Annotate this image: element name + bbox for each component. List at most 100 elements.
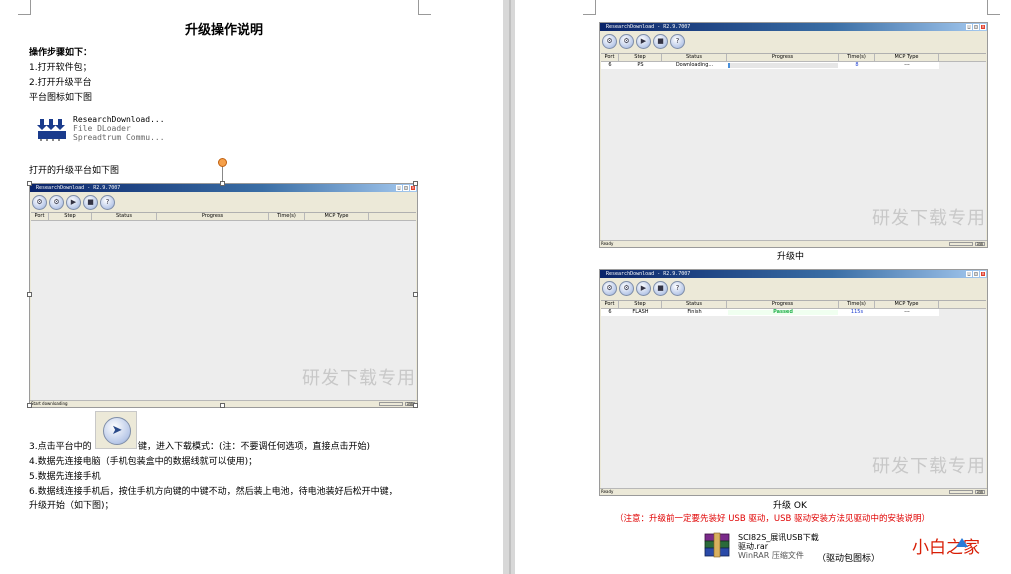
watermark: 研发下载专用: [872, 456, 986, 477]
resize-handle[interactable]: [220, 181, 225, 186]
col-progress[interactable]: Progress: [157, 213, 269, 220]
app-window-finished: ResearchDownload - R2.9.7007 _ □ × ⚙ ⚙ ▶…: [599, 269, 988, 496]
winrar-archive-icon[interactable]: [703, 532, 731, 558]
icon-caption: 平台图标如下图: [29, 93, 93, 103]
col-time[interactable]: Time(s): [269, 213, 305, 220]
col-status[interactable]: Status: [662, 301, 727, 308]
col-step[interactable]: Step: [619, 301, 662, 308]
table-row[interactable]: 6 FLASH Finish Passed 115s ---: [601, 309, 939, 316]
status-right: 就绪: [975, 490, 985, 494]
cell-port: 6: [608, 62, 612, 68]
rotate-handle[interactable]: [218, 158, 227, 167]
progress-fill: [728, 63, 731, 68]
brand-house-icon: [956, 538, 968, 547]
resize-handle[interactable]: [220, 403, 225, 408]
cell-time: 8: [855, 62, 859, 68]
shortcut-desc: File DLoader: [73, 124, 131, 133]
stop-icon[interactable]: ■: [83, 195, 98, 210]
usb-driver-note: （注意：升级前一定要先装好 USB 驱动，USB 驱动安装方法见驱动中的安装说明…: [615, 514, 931, 524]
col-mcp-type[interactable]: MCP Type: [875, 54, 939, 61]
status-pane: [949, 490, 973, 494]
resize-handle[interactable]: [27, 181, 32, 186]
settings-icon[interactable]: ⚙: [619, 281, 634, 296]
step-5: 5.数据先连接手机: [29, 472, 101, 482]
stop-icon[interactable]: ■: [653, 34, 668, 49]
play-icon[interactable]: ▶: [636, 34, 651, 49]
settings-icon[interactable]: ⚙: [619, 34, 634, 49]
play-icon[interactable]: ▶: [66, 195, 81, 210]
title-bar: ResearchDownload - R2.9.7007 _ □ ×: [600, 23, 987, 31]
cell-step: PS: [637, 62, 644, 68]
maximize-icon[interactable]: □: [973, 271, 979, 277]
gear-icon[interactable]: ⚙: [602, 281, 617, 296]
close-icon[interactable]: ×: [980, 24, 986, 30]
table-header: Port Step Status Progress Time(s) MCP Ty…: [31, 213, 416, 221]
archive-name: SCI82S_展讯USB下载: [738, 533, 819, 542]
help-icon[interactable]: ?: [670, 281, 685, 296]
document-title: 升级操作说明: [185, 23, 264, 38]
settings-icon[interactable]: ⚙: [49, 195, 64, 210]
play-icon[interactable]: ▶: [636, 281, 651, 296]
start-button-image: ➤: [95, 411, 137, 449]
col-port[interactable]: Port: [601, 301, 619, 308]
col-time[interactable]: Time(s): [839, 301, 875, 308]
crop-mark: [18, 0, 31, 15]
gear-icon[interactable]: ⚙: [32, 195, 47, 210]
col-port[interactable]: Port: [31, 213, 49, 220]
app-window-downloading: ResearchDownload - R2.9.7007 _ □ × ⚙ ⚙ ▶…: [599, 22, 988, 248]
cell-status: Downloading...: [675, 62, 714, 68]
resize-handle[interactable]: [27, 403, 32, 408]
archive-type: WinRAR 压缩文件: [738, 551, 804, 560]
col-mcp-type[interactable]: MCP Type: [875, 301, 939, 308]
col-status[interactable]: Status: [92, 213, 157, 220]
col-port[interactable]: Port: [601, 54, 619, 61]
toolbar: ⚙ ⚙ ▶ ■ ?: [602, 281, 685, 296]
toolbar: ⚙ ⚙ ▶ ■ ?: [602, 34, 685, 49]
minimize-icon[interactable]: _: [396, 185, 402, 191]
maximize-icon[interactable]: □: [973, 24, 979, 30]
watermark: 研发下载专用: [302, 368, 416, 389]
col-progress[interactable]: Progress: [727, 54, 839, 61]
resize-handle[interactable]: [413, 403, 418, 408]
maximize-icon[interactable]: □: [403, 185, 409, 191]
crop-mark: [583, 0, 596, 15]
help-icon[interactable]: ?: [670, 34, 685, 49]
port-table: Port Step Status Progress Time(s) MCP Ty…: [31, 212, 416, 400]
status-text: Ready: [601, 241, 614, 246]
col-mcp-type[interactable]: MCP Type: [305, 213, 369, 220]
step-1: 1.打开软件包；: [29, 63, 92, 73]
download-tool-icon: [36, 117, 68, 141]
col-step[interactable]: Step: [49, 213, 92, 220]
cell-port: 6: [608, 309, 612, 315]
driver-caption: （驱动包图标）: [817, 554, 881, 564]
col-step[interactable]: Step: [619, 54, 662, 61]
play-icon: ➤: [103, 417, 131, 445]
resize-handle[interactable]: [27, 292, 32, 297]
cell-progress: Passed: [727, 309, 839, 316]
minimize-icon[interactable]: _: [966, 24, 972, 30]
col-progress[interactable]: Progress: [727, 301, 839, 308]
step-3-prefix: 3.点击平台中的: [29, 442, 92, 452]
caption-upgrading: 升级中: [777, 252, 805, 262]
status-bar: Ready 就绪: [600, 488, 987, 495]
gutter-divider: [509, 0, 511, 574]
resize-handle[interactable]: [413, 181, 418, 186]
crop-mark: [418, 0, 431, 15]
table-row[interactable]: 6 PS Downloading... 8 ---: [601, 62, 939, 69]
resize-handle[interactable]: [413, 292, 418, 297]
col-status[interactable]: Status: [662, 54, 727, 61]
minimize-icon[interactable]: _: [966, 271, 972, 277]
window-title: ResearchDownload - R2.9.7007: [606, 24, 691, 30]
col-time[interactable]: Time(s): [839, 54, 875, 61]
help-icon[interactable]: ?: [100, 195, 115, 210]
close-icon[interactable]: ×: [980, 271, 986, 277]
stop-icon[interactable]: ■: [653, 281, 668, 296]
status-pane: [379, 402, 403, 406]
gear-icon[interactable]: ⚙: [602, 34, 617, 49]
cell-step: FLASH: [632, 309, 649, 315]
status-right: 就绪: [975, 242, 985, 246]
toolbar: ⚙ ⚙ ▶ ■ ?: [32, 195, 115, 210]
status-text: Ready: [601, 489, 614, 494]
window-title: ResearchDownload - R2.9.7007: [36, 185, 121, 191]
table-header: Port Step Status Progress Time(s) MCP Ty…: [601, 54, 986, 62]
